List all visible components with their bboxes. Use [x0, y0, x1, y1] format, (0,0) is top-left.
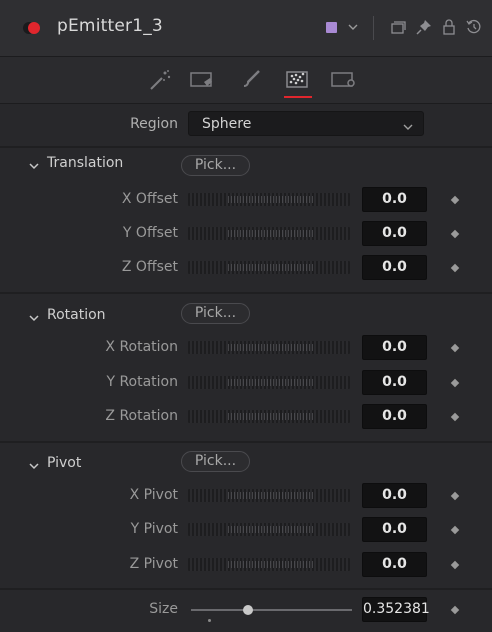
z-rotation-field[interactable]: 0.0	[362, 404, 427, 429]
keyframe-diamond-icon[interactable]	[450, 195, 460, 205]
brush-icon	[243, 70, 260, 87]
tag-icon	[190, 72, 212, 87]
y-pivot-slider[interactable]	[188, 523, 350, 536]
param-label: Y Rotation	[106, 374, 178, 390]
z-pivot-field[interactable]: 0.0	[362, 552, 427, 577]
node-color-swatch[interactable]	[326, 22, 337, 33]
keyframe-diamond-icon[interactable]	[450, 525, 460, 535]
size-slider-handle[interactable]	[243, 605, 253, 615]
collapse-chevron-icon[interactable]	[28, 457, 40, 470]
z-offset-field[interactable]: 0.0	[362, 255, 427, 280]
keyframe-diamond-icon[interactable]	[450, 605, 460, 615]
chevron-down-icon	[402, 118, 414, 130]
pin-icon[interactable]	[414, 17, 434, 37]
y-rotation-field[interactable]: 0.0	[362, 370, 427, 395]
color-chevron-icon[interactable]	[346, 19, 360, 33]
keyframe-diamond-icon[interactable]	[450, 491, 460, 501]
z-pivot-slider[interactable]	[188, 558, 350, 571]
section-divider	[0, 588, 492, 590]
param-label: Y Pivot	[130, 521, 178, 537]
param-label: Z Offset	[121, 259, 178, 275]
keyframe-diamond-icon[interactable]	[450, 378, 460, 388]
x-offset-field[interactable]: 0.0	[362, 187, 427, 212]
x-rotation-slider[interactable]	[188, 341, 350, 354]
inspector-tabs	[0, 57, 492, 104]
region-tab[interactable]	[282, 65, 312, 98]
size-label: Size	[149, 601, 178, 617]
x-pivot-field[interactable]: 0.0	[362, 483, 427, 508]
inspector-panel: pEmitter1_3 Region Sphere Translation Pi…	[0, 0, 492, 632]
group-title-rotation[interactable]: Rotation	[47, 307, 106, 323]
region-dropdown[interactable]: Sphere	[188, 111, 424, 136]
size-default-marker	[208, 619, 211, 622]
param-label: X Rotation	[105, 339, 178, 355]
keyframe-diamond-icon[interactable]	[450, 560, 460, 570]
node-header: pEmitter1_3	[0, 0, 492, 57]
keyframe-diamond-icon[interactable]	[450, 263, 460, 273]
keyframe-diamond-icon[interactable]	[450, 412, 460, 422]
y-pivot-field[interactable]: 0.0	[362, 517, 427, 542]
param-label: X Offset	[121, 191, 178, 207]
pick-button-translation[interactable]: Pick...	[181, 155, 250, 176]
region-value: Sphere	[202, 116, 252, 132]
param-label: Z Pivot	[129, 556, 178, 572]
keyframe-diamond-icon[interactable]	[450, 229, 460, 239]
reset-icon[interactable]	[464, 17, 484, 37]
size-field[interactable]: 0.352381	[362, 597, 430, 622]
settings-tab[interactable]	[329, 65, 359, 95]
param-label: Z Rotation	[105, 408, 178, 424]
x-offset-slider[interactable]	[188, 193, 350, 206]
x-pivot-slider[interactable]	[188, 489, 350, 502]
collapse-chevron-icon[interactable]	[28, 157, 40, 170]
section-divider	[0, 441, 492, 443]
set-tab[interactable]	[188, 65, 218, 95]
keyframe-diamond-icon[interactable]	[450, 343, 460, 353]
y-offset-field[interactable]: 0.0	[362, 221, 427, 246]
node-title: pEmitter1_3	[57, 16, 163, 36]
param-label: Y Offset	[122, 225, 178, 241]
section-divider	[0, 292, 492, 294]
size-slider-track[interactable]	[191, 609, 352, 611]
z-offset-slider[interactable]	[188, 261, 350, 274]
style-tab[interactable]	[235, 65, 265, 95]
group-title-pivot[interactable]: Pivot	[47, 455, 81, 471]
x-rotation-field[interactable]: 0.0	[362, 335, 427, 360]
section-divider	[0, 146, 492, 148]
pick-button-rotation[interactable]: Pick...	[181, 303, 250, 324]
gear-box-icon	[331, 72, 355, 87]
particles-icon	[286, 71, 308, 88]
sparkle-wand-icon	[150, 70, 171, 90]
y-rotation-slider[interactable]	[188, 376, 350, 389]
pick-button-pivot[interactable]: Pick...	[181, 451, 250, 472]
region-label: Region	[130, 116, 178, 132]
group-title-translation[interactable]: Translation	[47, 155, 123, 171]
versions-icon[interactable]	[388, 17, 408, 37]
param-label: X Pivot	[129, 487, 178, 503]
controls-tab[interactable]	[145, 65, 175, 95]
y-offset-slider[interactable]	[188, 227, 350, 240]
lock-icon[interactable]	[439, 17, 459, 37]
header-separator	[373, 16, 374, 40]
collapse-chevron-icon[interactable]	[28, 309, 40, 322]
z-rotation-slider[interactable]	[188, 410, 350, 423]
enable-toggle-icon[interactable]	[23, 22, 41, 34]
